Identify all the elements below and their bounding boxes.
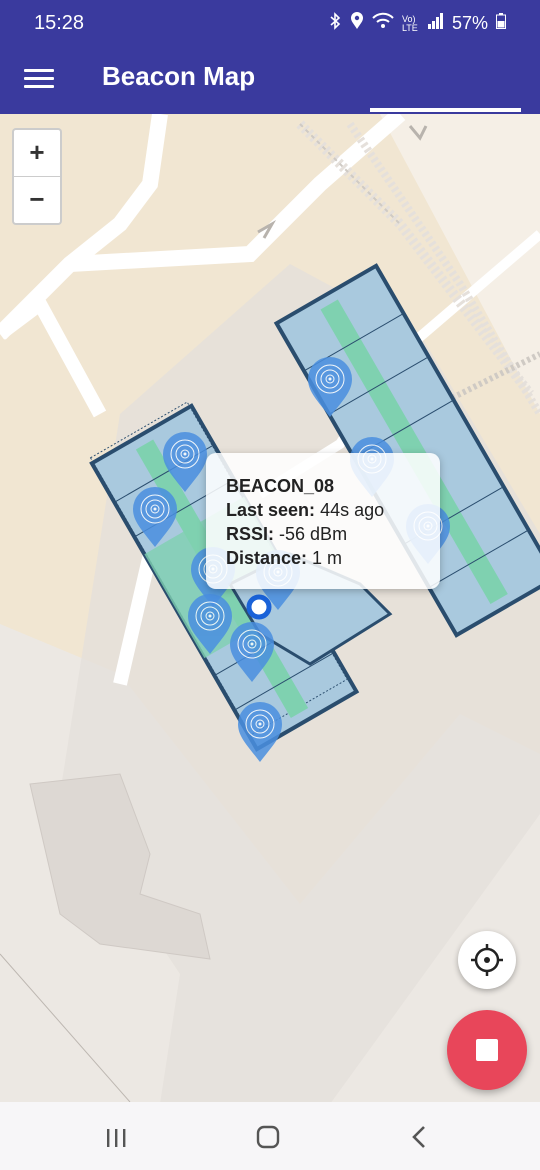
signal-icon [427, 13, 444, 34]
map-view[interactable]: + − BEACON_08 Last seen: 44s ago RSSI: -… [0, 114, 540, 1102]
popup-last-seen: Last seen: 44s ago [226, 500, 385, 520]
status-icons: Vo) LTE 57% [328, 12, 506, 35]
recents-icon[interactable] [96, 1120, 136, 1154]
beacon-popup[interactable]: BEACON_08 Last seen: 44s ago RSSI: -56 d… [206, 453, 440, 589]
zoom-out-button[interactable]: − [14, 177, 60, 223]
progress-fill [370, 108, 522, 112]
popup-title: BEACON_08 [226, 476, 335, 496]
bluetooth-icon [328, 12, 342, 35]
battery-icon [496, 13, 506, 34]
app-bar: Beacon Map [0, 48, 540, 108]
locate-me-button[interactable] [458, 931, 516, 989]
back-icon[interactable] [400, 1120, 440, 1154]
hamburger-menu-icon[interactable] [24, 64, 54, 92]
status-bar: 15:28 Vo) LTE 57% [0, 0, 540, 48]
popup-rssi: RSSI: -56 dBm [226, 524, 348, 544]
volte-icon: Vo) LTE [401, 13, 418, 33]
location-icon [350, 12, 364, 35]
zoom-control: + − [12, 128, 62, 225]
user-location-dot [246, 594, 272, 620]
status-time: 15:28 [34, 12, 85, 34]
crosshair-icon [471, 944, 503, 976]
system-nav-bar [0, 1102, 540, 1170]
stop-scan-button[interactable] [447, 1010, 527, 1090]
battery-percent: 57% [451, 13, 488, 33]
wifi-call-icon [372, 12, 394, 35]
app-title: Beacon Map [102, 61, 256, 91]
stop-icon [476, 1039, 498, 1061]
zoom-in-button[interactable]: + [14, 130, 60, 177]
home-icon[interactable] [248, 1120, 288, 1154]
popup-distance: Distance: 1 m [226, 548, 343, 568]
